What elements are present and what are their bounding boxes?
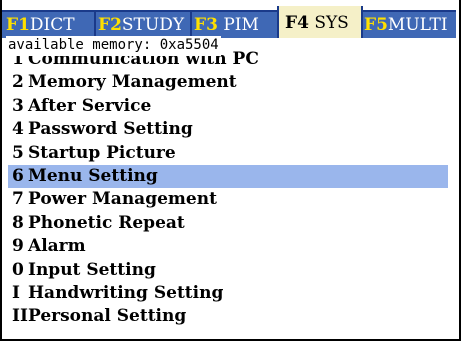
tab-separator <box>190 12 192 38</box>
menu-item-number: II <box>12 306 28 327</box>
system-menu-list: 1 Communication with PC 2 Memory Managemen… <box>8 48 448 329</box>
available-memory-label: available memory: 0xa5504 <box>6 36 221 56</box>
menu-item-alarm[interactable]: 9 Alarm <box>8 235 448 258</box>
menu-item-label: Personal Setting <box>28 306 187 327</box>
menu-item-number: I <box>12 282 20 303</box>
menu-item-input-setting[interactable]: 0 Input Setting <box>8 259 448 282</box>
menu-item-number: 8 <box>12 212 24 233</box>
menu-item-password-setting[interactable]: 4 Password Setting <box>8 118 448 141</box>
menu-item-label: Input Setting <box>28 259 156 280</box>
menu-item-number: 9 <box>12 236 24 257</box>
tab-study-label: STUDY <box>121 15 185 35</box>
tab-study-key: F2 <box>98 15 122 35</box>
tab-dict[interactable]: F1DICT <box>6 12 94 38</box>
menu-item-menu-setting[interactable]: 6 Menu Setting <box>8 164 448 189</box>
menu-item-phonetic-repeat[interactable]: 8 Phonetic Repeat <box>8 212 448 235</box>
menu-item-number: 4 <box>12 119 24 140</box>
tab-pim[interactable]: F3 PIM <box>194 12 276 38</box>
tab-pim-label: PIM <box>223 15 259 35</box>
tab-dict-key: F1 <box>6 15 30 35</box>
menu-item-label: Handwriting Setting <box>28 282 224 303</box>
menu-item-number: 7 <box>12 189 24 210</box>
menu-item-label: Power Management <box>28 189 217 210</box>
menu-item-label: Alarm <box>28 236 86 257</box>
menu-item-number: 2 <box>12 72 24 93</box>
tab-multi[interactable]: F5MULTI <box>364 12 454 38</box>
menu-item-startup-picture[interactable]: 5 Startup Picture <box>8 142 448 165</box>
menu-item-personal-setting[interactable]: IIPersonal Setting <box>8 305 448 328</box>
tab-bar: F1DICT F2STUDY F3 PIM F4 SYS F5MULTI <box>2 6 456 38</box>
menu-item-power-management[interactable]: 7 Power Management <box>8 188 448 211</box>
sys-menu-screen: F1DICT F2STUDY F3 PIM F4 SYS F5MULTI ava… <box>0 0 461 341</box>
tab-multi-key: F5 <box>364 15 388 35</box>
tab-sys-label: SYS <box>314 13 349 33</box>
menu-item-label: Startup Picture <box>28 142 176 163</box>
menu-item-after-service[interactable]: 3 After Service <box>8 95 448 118</box>
tab-multi-label: MULTI <box>387 15 448 35</box>
tab-study[interactable]: F2STUDY <box>98 12 190 38</box>
menu-item-label: After Service <box>28 95 152 116</box>
tab-sys-key: F4 <box>285 13 309 33</box>
menu-item-number: 6 <box>12 165 24 186</box>
menu-item-number: 0 <box>12 259 24 280</box>
menu-item-label: Memory Management <box>28 72 237 93</box>
menu-item-label: Menu Setting <box>28 165 158 186</box>
tab-sys[interactable]: F4 SYS <box>277 6 363 38</box>
menu-item-number: 3 <box>12 95 24 116</box>
menu-item-number: 5 <box>12 142 24 163</box>
tab-separator <box>94 12 96 38</box>
menu-item-label: Password Setting <box>28 119 193 140</box>
menu-item-handwriting-setting[interactable]: I Handwriting Setting <box>8 282 448 305</box>
tab-dict-label: DICT <box>29 15 75 35</box>
menu-item-label: Phonetic Repeat <box>28 212 185 233</box>
menu-item-memory-management[interactable]: 2 Memory Management <box>8 71 448 94</box>
tab-pim-key: F3 <box>194 15 218 35</box>
